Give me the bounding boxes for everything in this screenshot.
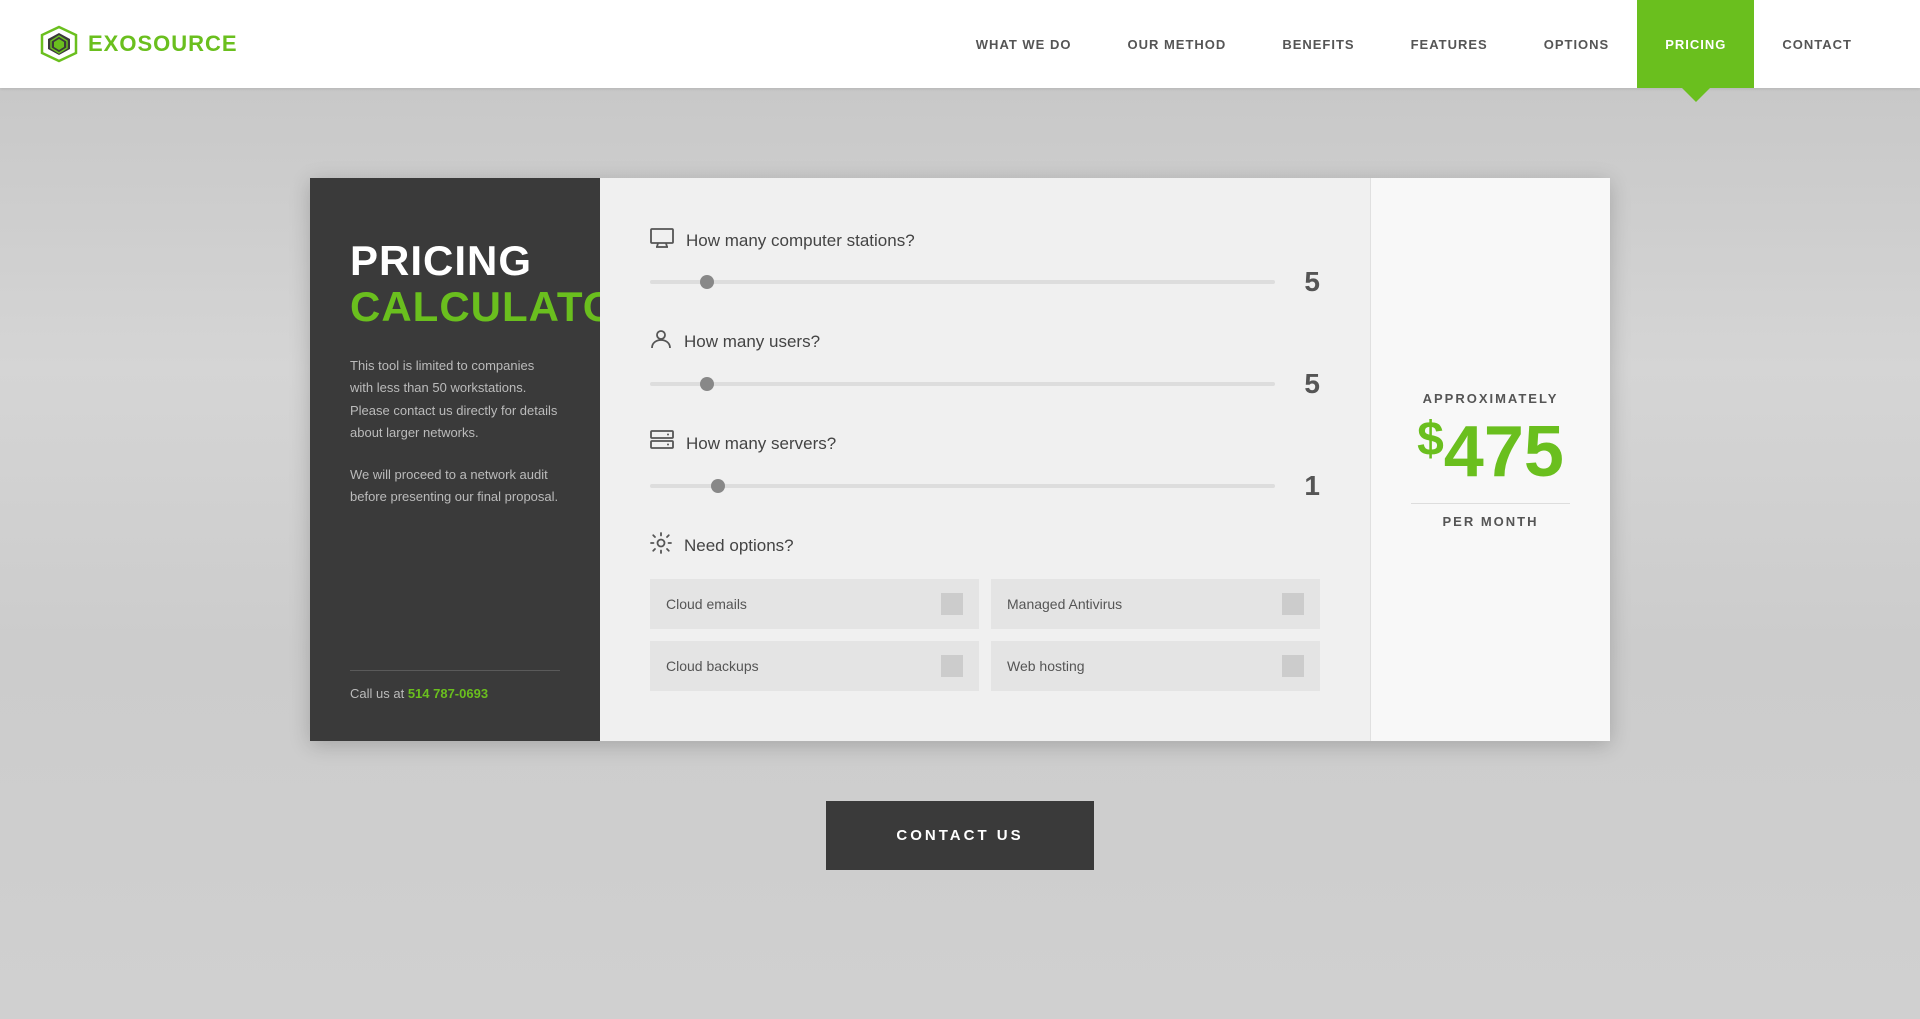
option-cloud-emails-label: Cloud emails (666, 596, 747, 612)
option-web-hosting-checkbox[interactable] (1282, 655, 1304, 677)
header: EXOSOURCE WHAT WE DO OUR METHOD BENEFITS… (0, 0, 1920, 88)
slider-servers-value: 1 (1290, 470, 1320, 502)
per-month-divider (1411, 503, 1570, 504)
calc-desc1: This tool is limited to companies with l… (350, 355, 560, 443)
slider-servers: How many servers? 1 (650, 430, 1320, 502)
option-managed-antivirus-checkbox[interactable] (1282, 593, 1304, 615)
option-managed-antivirus-label: Managed Antivirus (1007, 596, 1122, 612)
calc-middle-panel: How many computer stations? 5 How (600, 178, 1370, 741)
options-section: Need options? Cloud emails Managed Antiv… (650, 532, 1320, 691)
slider-label-users: How many users? (650, 328, 1320, 356)
slider-users: How many users? 5 (650, 328, 1320, 400)
label-users: How many users? (684, 332, 820, 352)
slider-wrapper-users: 5 (650, 368, 1320, 400)
option-cloud-backups[interactable]: Cloud backups (650, 641, 979, 691)
computer-icon (650, 228, 674, 254)
calc-right-panel: APPROXIMATELY $475 PER MONTH (1370, 178, 1610, 741)
nav-options[interactable]: OPTIONS (1516, 0, 1638, 88)
slider-computers-input[interactable] (650, 280, 1275, 284)
option-cloud-backups-label: Cloud backups (666, 658, 759, 674)
option-managed-antivirus[interactable]: Managed Antivirus (991, 579, 1320, 629)
logo-icon (40, 25, 78, 63)
slider-users-value: 5 (1290, 368, 1320, 400)
main-background: PRICING CALCULATOR This tool is limited … (0, 88, 1920, 1019)
contact-section: CONTACT US (826, 801, 1093, 870)
call-text: Call us at 514 787-0693 (350, 686, 560, 701)
option-cloud-emails[interactable]: Cloud emails (650, 579, 979, 629)
option-cloud-backups-checkbox[interactable] (941, 655, 963, 677)
call-label: Call us at (350, 686, 408, 701)
slider-users-input[interactable] (650, 382, 1275, 386)
phone-number: 514 787-0693 (408, 686, 488, 701)
contact-us-button[interactable]: CONTACT US (826, 801, 1093, 870)
slider-servers-input[interactable] (650, 484, 1275, 488)
label-servers: How many servers? (686, 434, 836, 454)
option-web-hosting-label: Web hosting (1007, 658, 1085, 674)
logo-text: EXOSOURCE (88, 31, 238, 57)
approximately-label: APPROXIMATELY (1423, 391, 1559, 406)
slider-computers-value: 5 (1290, 266, 1320, 298)
slider-label-computers: How many computer stations? (650, 228, 1320, 254)
price-value: 475 (1444, 412, 1564, 492)
nav-our-method[interactable]: OUR METHOD (1099, 0, 1254, 88)
calc-divider (350, 670, 560, 671)
slider-wrapper-servers: 1 (650, 470, 1320, 502)
calc-desc2: We will proceed to a network audit befor… (350, 464, 560, 508)
user-icon (650, 328, 672, 356)
calculator-card: PRICING CALCULATOR This tool is limited … (310, 178, 1610, 741)
nav-pricing[interactable]: PRICING (1637, 0, 1754, 88)
label-computer-stations: How many computer stations? (686, 231, 915, 251)
calc-left-panel: PRICING CALCULATOR This tool is limited … (310, 178, 600, 741)
nav-features[interactable]: FEATURES (1383, 0, 1516, 88)
options-grid: Cloud emails Managed Antivirus Cloud bac… (650, 579, 1320, 691)
nav-what-we-do[interactable]: WHAT WE DO (948, 0, 1100, 88)
nav-contact[interactable]: CONTACT (1754, 0, 1880, 88)
logo-source: SOURCE (137, 31, 237, 56)
options-label: Need options? (650, 532, 1320, 559)
slider-computer-stations: How many computer stations? 5 (650, 228, 1320, 298)
calc-title-white: PRICING (350, 238, 560, 284)
slider-wrapper-computers: 5 (650, 266, 1320, 298)
option-web-hosting[interactable]: Web hosting (991, 641, 1320, 691)
main-nav: WHAT WE DO OUR METHOD BENEFITS FEATURES … (948, 0, 1880, 88)
slider-label-servers: How many servers? (650, 430, 1320, 458)
price-dollar-sign: $ (1417, 413, 1444, 466)
per-month-label: PER MONTH (1443, 514, 1539, 529)
server-icon (650, 430, 674, 458)
options-title: Need options? (684, 536, 794, 556)
gear-icon (650, 532, 672, 559)
logo-ex: EXO (88, 31, 137, 56)
nav-benefits[interactable]: BENEFITS (1254, 0, 1382, 88)
option-cloud-emails-checkbox[interactable] (941, 593, 963, 615)
logo: EXOSOURCE (40, 25, 238, 63)
calc-title-green: CALCULATOR (350, 284, 560, 330)
price-display: $475 (1417, 416, 1564, 488)
